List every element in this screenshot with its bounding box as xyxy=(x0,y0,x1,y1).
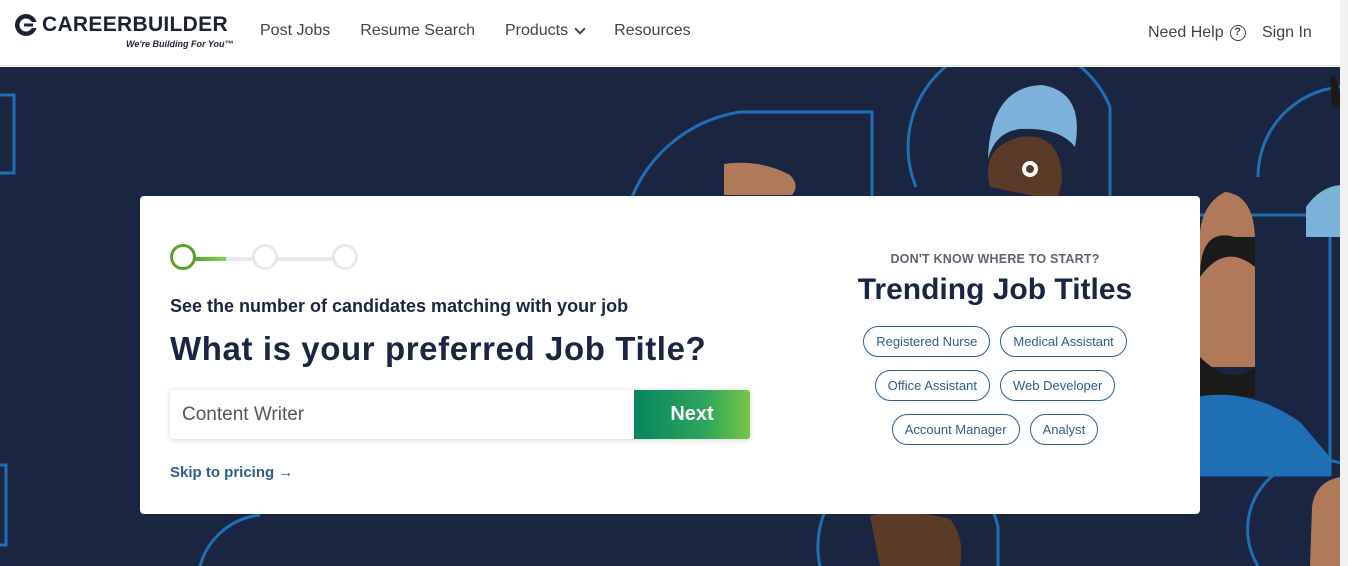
chip-account-manager[interactable]: Account Manager xyxy=(891,414,1020,445)
nav-label: Post Jobs xyxy=(260,22,331,39)
stepper-line xyxy=(226,257,336,261)
trending-chips: Registered Nurse Medical Assistant Offic… xyxy=(795,326,1195,458)
question-circle-icon: ? xyxy=(1229,25,1246,41)
trending-title: Trending Job Titles xyxy=(857,273,1133,306)
chip-office-assistant[interactable]: Office Assistant xyxy=(874,370,990,401)
step-3-indicator xyxy=(332,244,358,270)
step-2-indicator xyxy=(252,244,278,270)
sign-in-link[interactable]: Sign In xyxy=(1262,24,1312,42)
chip-analyst[interactable]: Analyst xyxy=(1029,414,1099,445)
person-shirt xyxy=(1196,394,1330,475)
deco-arch-far-right xyxy=(1256,85,1340,178)
person-far-right-shirt xyxy=(1306,185,1340,237)
nav-label: Products xyxy=(504,22,569,39)
chip-medical-assistant[interactable]: Medical Assistant xyxy=(1000,326,1127,357)
logo-tagline: We're Building For You™ xyxy=(126,39,234,49)
trending-kicker: DON'T KNOW WHERE TO START? xyxy=(890,252,1100,266)
form-question-heading: What is your preferred Job Title? xyxy=(170,330,707,367)
job-title-card: See the number of candidates matching wi… xyxy=(140,196,1200,514)
nav-products[interactable]: Products xyxy=(504,22,586,40)
need-help-link[interactable]: Need Help ? xyxy=(1148,24,1246,42)
step-1-indicator xyxy=(170,244,196,270)
need-help-label: Need Help xyxy=(1148,24,1224,41)
page-scrollbar[interactable] xyxy=(1340,0,1348,566)
person-head-center xyxy=(724,162,796,195)
job-title-input-group: Next xyxy=(170,390,750,439)
deco-arch-bottom-left xyxy=(198,513,261,566)
skip-to-pricing-link[interactable]: Skip to pricing → xyxy=(170,464,293,481)
logo-text: CAREERBUILDER xyxy=(42,13,228,36)
progress-stepper xyxy=(170,244,360,276)
job-title-input[interactable] xyxy=(170,390,634,439)
nav-resources[interactable]: Resources xyxy=(614,22,690,40)
person-bottom-right-face xyxy=(1310,477,1340,566)
chip-web-developer[interactable]: Web Developer xyxy=(999,370,1116,401)
chip-registered-nurse[interactable]: Registered Nurse xyxy=(863,326,991,357)
stepper-line-filled xyxy=(194,257,226,261)
person-bearded-face xyxy=(1199,192,1255,367)
nav-label: Resources xyxy=(614,22,691,39)
next-button[interactable]: Next xyxy=(634,390,750,439)
site-header: CAREERBUILDER We're Building For You™ Po… xyxy=(0,0,1348,66)
chevron-down-icon xyxy=(574,23,586,35)
nav-resume-search[interactable]: Resume Search xyxy=(360,22,475,40)
deco-frame-left-top xyxy=(0,93,16,175)
logo-mark-icon xyxy=(15,14,38,36)
person-bottom-center xyxy=(870,512,962,566)
nav-post-jobs[interactable]: Post Jobs xyxy=(260,22,330,40)
careerbuilder-logo[interactable]: CAREERBUILDER We're Building For You™ xyxy=(14,12,233,54)
nav-label: Resume Search xyxy=(360,22,475,39)
form-subtitle: See the number of candidates matching wi… xyxy=(170,296,629,316)
deco-frame-left-bottom xyxy=(0,463,8,547)
main-nav: Post Jobs Resume Search Products Resourc… xyxy=(260,22,691,40)
